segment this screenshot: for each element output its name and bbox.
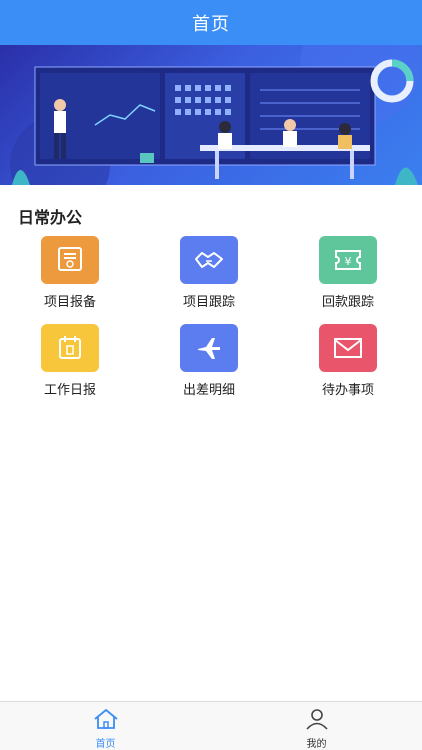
home-icon [93,708,119,734]
svg-text:¥: ¥ [345,255,352,268]
tab-label: 我的 [306,739,327,750]
office-meeting-illustration [10,45,420,185]
tile-label: 项目报备 [43,295,96,310]
app-header: 首页 [0,0,422,45]
person-icon [304,708,330,734]
handshake-icon [180,236,238,284]
certificate-icon [41,236,99,284]
ticket-yen-icon: ¥ [319,236,377,284]
calendar-icon [41,324,99,372]
tile-label: 项目跟踪 [182,295,235,310]
tile-trip-details[interactable]: 出差明细 [154,324,264,404]
airplane-icon [180,324,238,372]
section-title: 日常办公 [18,208,83,227]
tile-label: 工作日报 [43,383,96,398]
tile-project-tracking[interactable]: 项目跟踪 [154,236,264,316]
tab-home[interactable]: 首页 [0,702,211,750]
tab-label: 首页 [95,739,116,750]
envelope-icon [319,324,377,372]
tile-daily-report[interactable]: 工作日报 [15,324,125,404]
tile-label: 回款跟踪 [321,295,374,310]
tile-payment-tracking[interactable]: ¥ 回款跟踪 [293,236,403,316]
bottom-tab-bar: 首页 我的 [0,701,422,750]
tab-mine[interactable]: 我的 [211,702,422,750]
banner-image[interactable] [0,45,422,185]
tile-label: 出差明细 [182,383,235,398]
tile-label: 待办事项 [321,383,374,398]
page-title: 首页 [192,13,230,35]
tile-todo[interactable]: 待办事项 [293,324,403,404]
tile-project-report[interactable]: 项目报备 [15,236,125,316]
